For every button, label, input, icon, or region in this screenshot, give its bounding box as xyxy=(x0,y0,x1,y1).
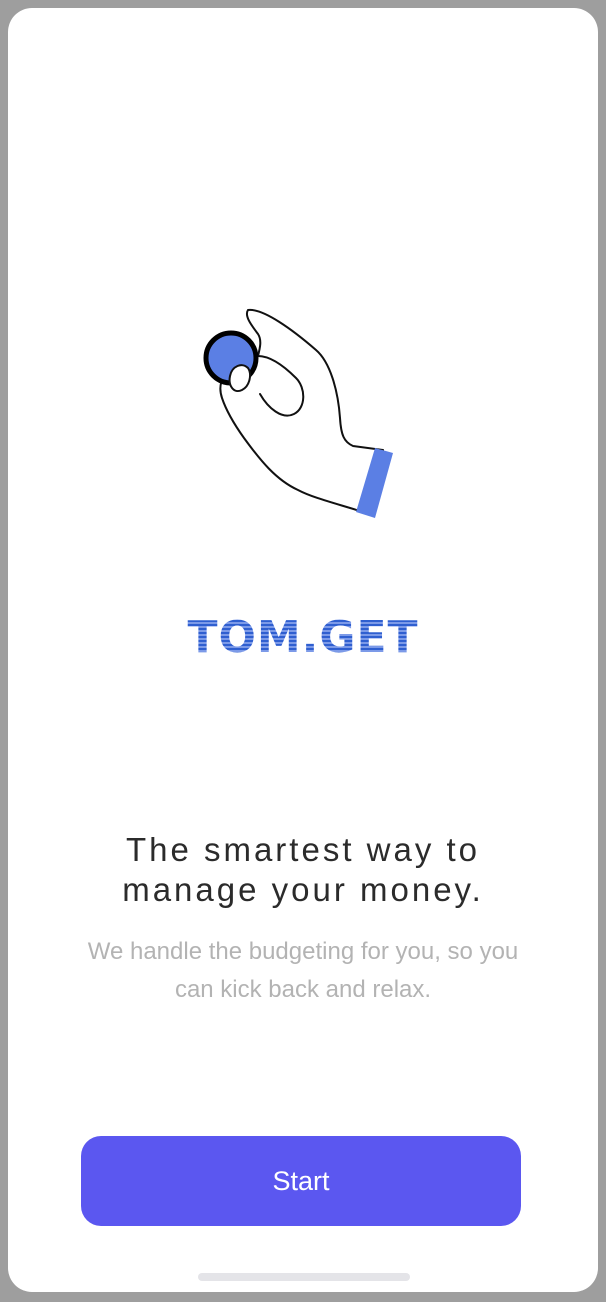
home-indicator[interactable] xyxy=(198,1273,410,1281)
headline-line-1: The smartest way to xyxy=(125,831,481,868)
onboarding-subtext: We handle the budgeting for you, so you … xyxy=(8,933,598,1009)
app-logo: TOM.GET xyxy=(8,612,598,664)
subtext-line-2: can kick back and relax. xyxy=(174,976,432,1003)
screen: TOM.GET The smartest way to manage your … xyxy=(8,8,598,1292)
headline-line-2: manage your money. xyxy=(122,871,484,908)
subtext-line-1: We handle the budgeting for you, so you xyxy=(87,938,519,965)
thumb xyxy=(228,364,251,392)
start-button[interactable]: Start xyxy=(81,1136,521,1226)
hand-holding-coin-icon xyxy=(203,308,393,518)
onboarding-headline: The smartest way to manage your money. xyxy=(8,830,598,910)
